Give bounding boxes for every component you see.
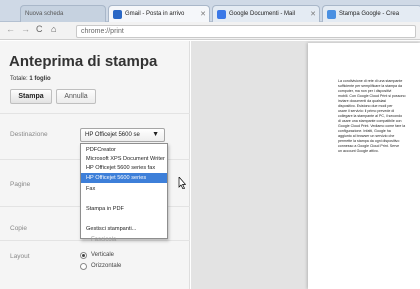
- pages-label: Pagine: [10, 181, 31, 188]
- tab-label: Stampa Google - Crea: [339, 11, 400, 17]
- dropdown-option-selected[interactable]: HP Officejet 5600 series: [81, 173, 167, 183]
- layout-label: Layout: [10, 253, 30, 260]
- layout-portrait-radio[interactable]: [80, 252, 87, 259]
- tab-new-tab[interactable]: Nuova scheda: [20, 5, 106, 22]
- gmail-favicon-icon: [113, 10, 122, 19]
- tab-label: Gmail - Posta in arrivo: [125, 11, 185, 17]
- home-icon[interactable]: ⌂: [51, 24, 56, 34]
- tab-strip: Nuova scheda Gmail - Posta in arrivo ✕ G…: [0, 0, 420, 22]
- print-button[interactable]: Stampa: [10, 89, 52, 104]
- reload-icon[interactable]: C: [36, 24, 43, 34]
- destination-select[interactable]: HP Officejet 5600 se ▼: [80, 128, 165, 142]
- tab-gmail[interactable]: Gmail - Posta in arrivo ✕: [108, 5, 210, 22]
- dropdown-option[interactable]: Stampa in PDF: [81, 204, 167, 214]
- print-favicon-icon: [327, 10, 336, 19]
- url-text: chrome://print: [81, 28, 124, 35]
- total-label: Totale:: [10, 76, 28, 82]
- layout-landscape-radio[interactable]: [80, 263, 87, 270]
- close-icon[interactable]: ✕: [200, 10, 206, 18]
- tab-cloud-print[interactable]: Stampa Google - Crea: [322, 5, 420, 22]
- tab-label: Google Documenti - Mail: [229, 11, 296, 17]
- tab-google-docs[interactable]: Google Documenti - Mail ✕: [212, 5, 320, 22]
- dropdown-option[interactable]: Fax: [81, 184, 167, 194]
- collate-label: Fascicola: [91, 237, 117, 243]
- divider: [0, 113, 190, 114]
- destination-value: HP Officejet 5600 se: [85, 132, 140, 138]
- back-icon[interactable]: ←: [6, 24, 15, 34]
- destination-label: Destinazione: [10, 131, 48, 138]
- cancel-button[interactable]: Annulla: [56, 89, 96, 104]
- sheet-count: Totale: 1 foglio: [10, 76, 51, 82]
- layout-portrait-label: Verticale: [91, 252, 115, 258]
- address-bar: ← → C ⌂ chrome://print: [0, 22, 420, 40]
- dropdown-option[interactable]: HP Officejet 5600 series fax: [81, 163, 167, 173]
- forward-icon[interactable]: →: [21, 24, 30, 34]
- close-icon[interactable]: ✕: [310, 10, 316, 18]
- total-value: 1 foglio: [29, 76, 51, 82]
- chevron-down-icon: ▼: [152, 131, 159, 138]
- page-title: Anteprima di stampa: [9, 53, 158, 70]
- layout-landscape-label: Orizzontale: [91, 263, 122, 269]
- tab-label: Nuova scheda: [25, 11, 64, 17]
- url-input[interactable]: chrome://print: [76, 25, 416, 38]
- docs-favicon-icon: [217, 10, 226, 19]
- copies-label: Copie: [10, 225, 27, 232]
- preview-text: La condivisione di rete di una stampante…: [338, 79, 406, 153]
- preview-page: La condivisione di rete di una stampante…: [308, 43, 420, 289]
- destination-dropdown: PDFCreator Microsoft XPS Document Writer…: [80, 143, 168, 239]
- dropdown-option[interactable]: Gestisci stampanti...: [81, 224, 167, 234]
- mouse-pointer-icon: [178, 177, 186, 189]
